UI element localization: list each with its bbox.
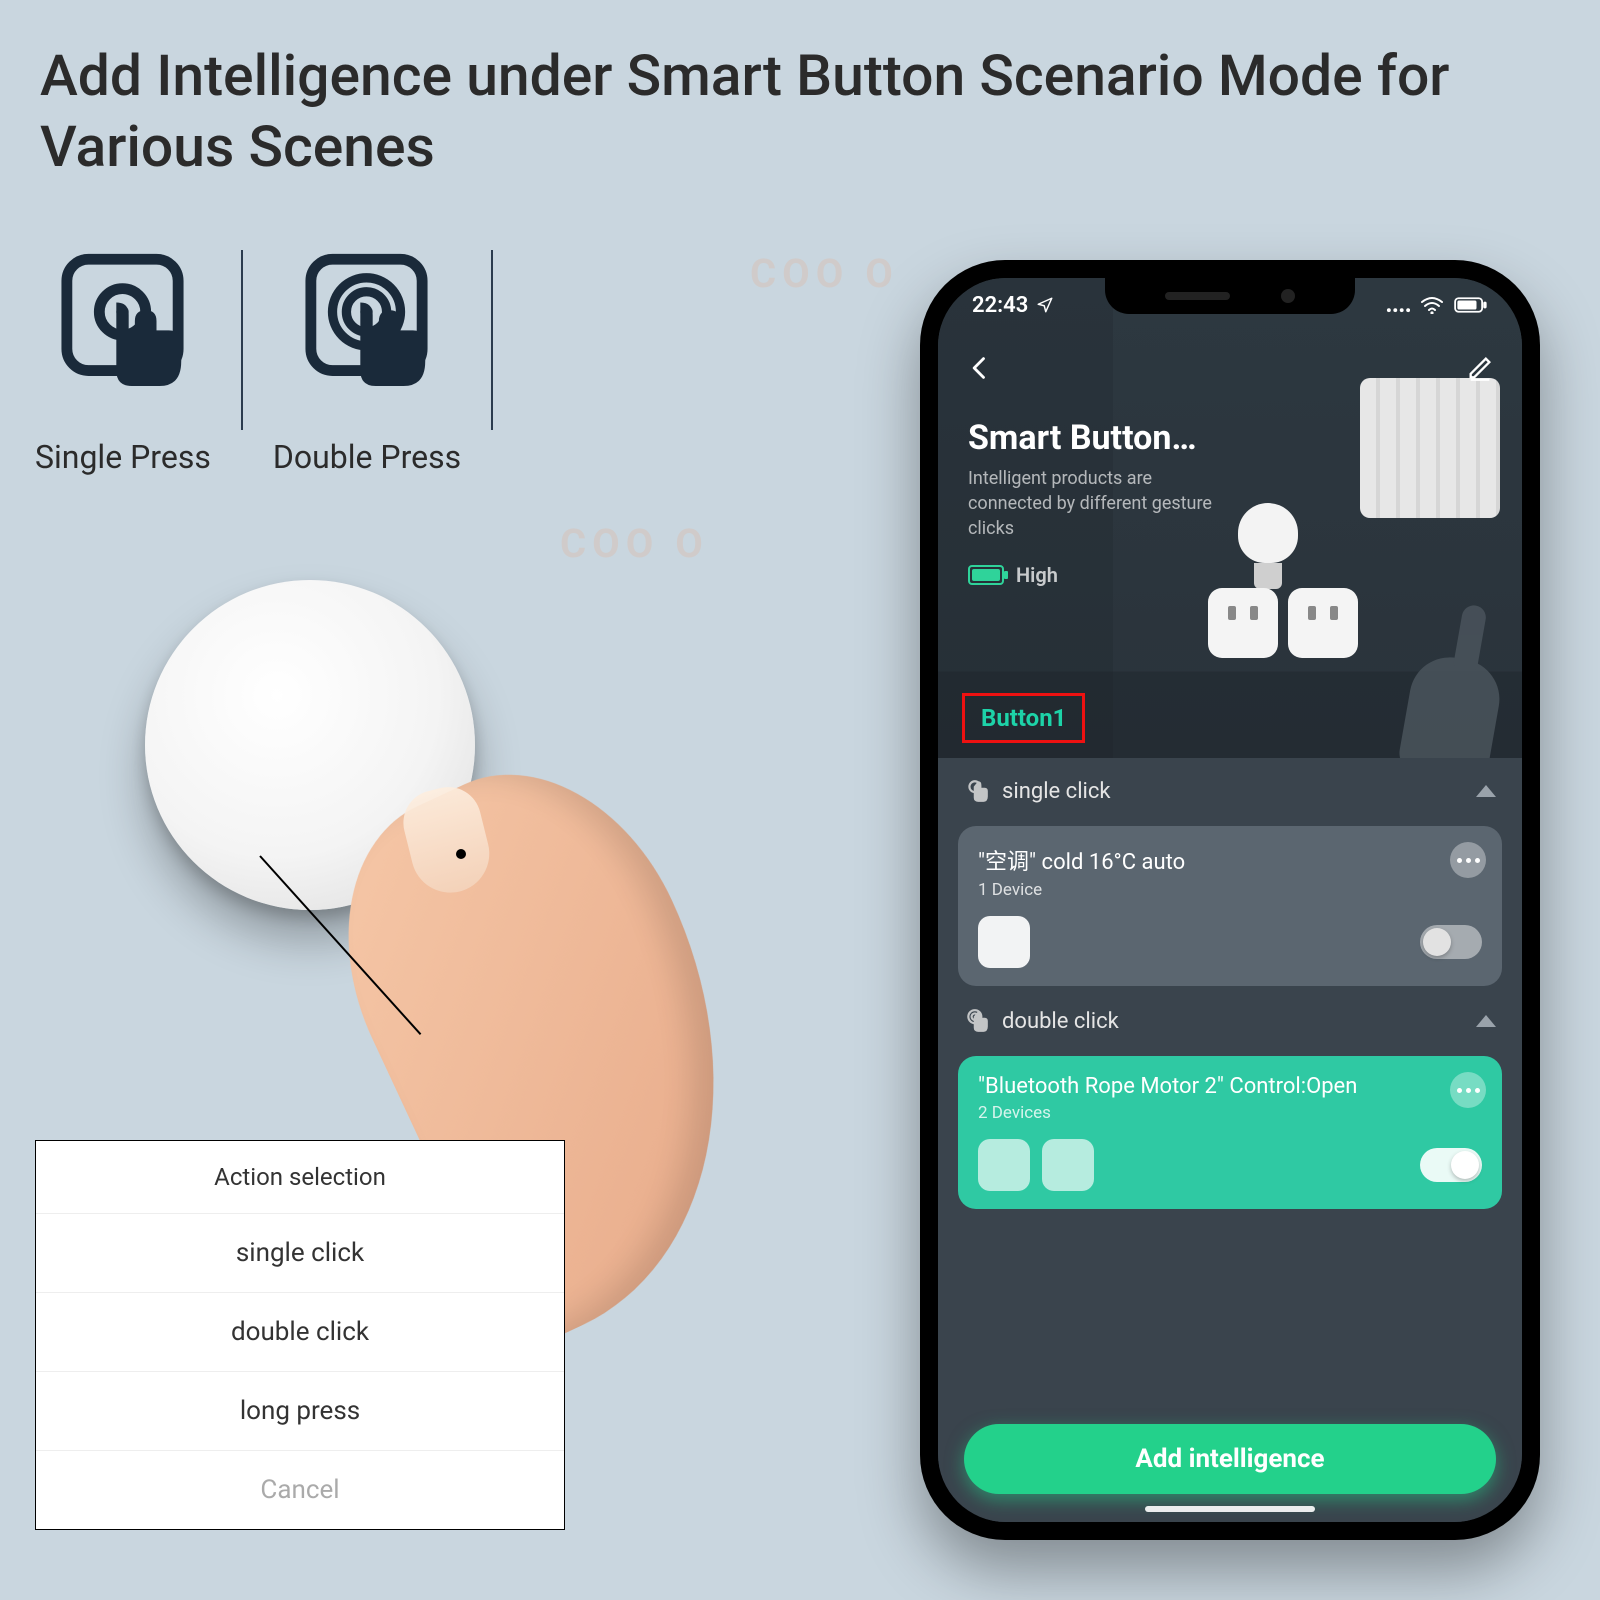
card-title: "Bluetooth Rope Motor 2" Control:Open [978, 1074, 1482, 1099]
status-time: 22:43 [972, 293, 1028, 318]
card-subtitle: 2 Devices [978, 1103, 1482, 1123]
double-press-col: Double Press [273, 250, 461, 476]
divider [491, 250, 493, 430]
action-selection-sheet: Action selection single click double cli… [35, 1140, 565, 1530]
section-label: double click [1002, 1009, 1119, 1034]
sheet-option-double-click[interactable]: double click [36, 1292, 564, 1371]
more-icon[interactable] [1450, 842, 1486, 878]
single-press-label: Single Press [35, 438, 211, 476]
action-card-rope-motor[interactable]: "Bluetooth Rope Motor 2" Control:Open 2 … [958, 1056, 1502, 1209]
battery-level-label: High [1016, 563, 1058, 587]
single-press-icon [45, 250, 200, 420]
app-header: Smart Button… Intelligent products are c… [938, 278, 1522, 758]
leader-dot [456, 849, 466, 859]
header-subtitle: Intelligent products are connected by di… [968, 466, 1228, 542]
battery-level-icon [968, 565, 1004, 585]
tap-icon [964, 1008, 990, 1034]
cellular-icon [1385, 296, 1411, 314]
card-subtitle: 1 Device [978, 880, 1482, 900]
sheet-option-long-press[interactable]: long press [36, 1371, 564, 1450]
chevron-up-icon [1476, 785, 1496, 797]
curtain-image [1360, 378, 1500, 518]
actions-list[interactable]: single click "空调" cold 16°C auto 1 Devic… [938, 758, 1522, 1522]
press-icons-row: Single Press Double Press [35, 250, 523, 476]
double-press-label: Double Press [273, 438, 461, 476]
device-icon [978, 916, 1030, 968]
wifi-icon [1420, 296, 1444, 314]
card-toggle[interactable] [1420, 925, 1482, 959]
watermark: COO O [560, 520, 709, 567]
battery-status-row: High [968, 563, 1058, 587]
edit-icon[interactable] [1466, 354, 1494, 382]
section-label: single click [1002, 779, 1111, 804]
sheet-cancel-button[interactable]: Cancel [36, 1450, 564, 1529]
tap-icon [964, 778, 990, 804]
card-title: "空调" cold 16°C auto [978, 844, 1482, 876]
bulb-image [1238, 503, 1298, 593]
page-headline: Add Intelligence under Smart Button Scen… [40, 40, 1600, 183]
action-card-ac[interactable]: "空调" cold 16°C auto 1 Device [958, 826, 1502, 986]
phone-screen: 22:43 Smart Button… Intelligent [938, 278, 1522, 1522]
section-single-click[interactable]: single click [958, 774, 1502, 808]
back-icon[interactable] [966, 354, 994, 382]
battery-icon [1454, 296, 1488, 314]
location-icon [1036, 296, 1054, 314]
sheet-option-single-click[interactable]: single click [36, 1213, 564, 1292]
device-icon [978, 1139, 1030, 1191]
home-indicator [1145, 1506, 1315, 1512]
header-title: Smart Button… [968, 418, 1197, 458]
device-icons [978, 1139, 1094, 1191]
chevron-up-icon [1476, 1015, 1496, 1027]
section-double-click[interactable]: double click [958, 1004, 1502, 1038]
divider [241, 250, 243, 430]
add-intelligence-button[interactable]: Add intelligence [964, 1424, 1496, 1494]
tab-button1[interactable]: Button1 [962, 693, 1085, 743]
phone-notch [1105, 278, 1355, 314]
plug-images [1208, 588, 1358, 658]
card-toggle[interactable] [1420, 1148, 1482, 1182]
double-press-icon [289, 250, 444, 420]
watermark: COO O [750, 250, 899, 297]
single-press-col: Single Press [35, 250, 211, 476]
phone-mockup: 22:43 Smart Button… Intelligent [920, 260, 1540, 1540]
device-icon [1042, 1139, 1094, 1191]
sheet-title: Action selection [36, 1141, 564, 1213]
nav-bar [938, 340, 1522, 395]
device-icons [978, 916, 1030, 968]
